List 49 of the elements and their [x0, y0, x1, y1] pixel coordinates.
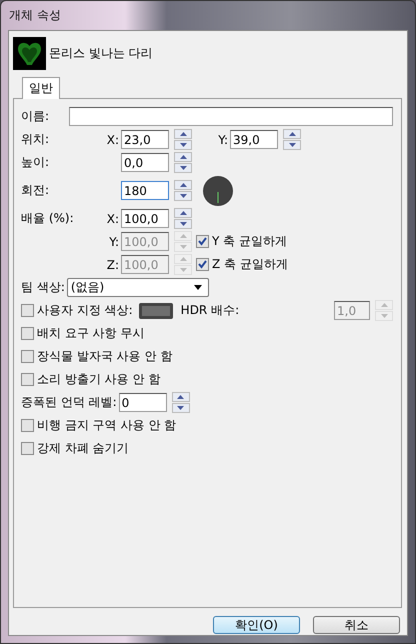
object-name: 몬리스 빛나는 다리	[49, 44, 153, 62]
axis-label: X:	[106, 132, 120, 146]
field-label: 높이:	[21, 154, 50, 171]
checkbox-label: 강제 차폐 숨기기	[37, 440, 129, 457]
field-label: 위치:	[21, 131, 50, 148]
height-field[interactable]: 0,0	[121, 153, 169, 172]
x-field[interactable]: 23,0	[121, 130, 169, 149]
hill-level-field[interactable]: 0	[118, 393, 167, 412]
y-field[interactable]: 39,0	[230, 130, 278, 149]
spin-buttons[interactable]	[174, 129, 192, 150]
checkbox[interactable]	[21, 350, 34, 363]
field-label: HDR 배수:	[180, 302, 240, 319]
checkbox[interactable]	[21, 373, 34, 386]
axis-label: Y:	[217, 132, 229, 146]
checkbox-label: 소리 방출기 사용 안 함	[37, 371, 160, 388]
field-label: 회전:	[21, 182, 50, 199]
checkbox-label: Y 축 균일하게	[212, 233, 287, 250]
axis-label: X:	[106, 212, 120, 226]
checkbox-label: Z 축 균일하게	[212, 256, 288, 273]
scale-field[interactable]: 100,0	[121, 209, 169, 228]
rotation-dial-icon[interactable]	[202, 174, 234, 206]
ok-button[interactable]: 확인(O)	[213, 616, 300, 634]
checkbox-label: 장식물 발자국 사용 안 함	[37, 348, 172, 365]
color-swatch[interactable]	[138, 302, 173, 318]
field-label: 배율 (%):	[21, 210, 75, 227]
field-label: 이름:	[21, 108, 50, 125]
checkbox-label: 사용자 지정 색상:	[37, 302, 133, 319]
cancel-button[interactable]: 취소	[313, 616, 400, 634]
checkbox[interactable]	[21, 442, 34, 455]
checkbox-label: 비행 금지 구역 사용 안 함	[37, 417, 176, 434]
checkbox[interactable]	[21, 419, 34, 432]
spin-buttons[interactable]	[283, 129, 301, 150]
axis-label: Y:	[108, 234, 120, 248]
field-label: 증폭된 언덕 레벨:	[21, 394, 117, 411]
name-field[interactable]	[69, 107, 393, 126]
checkbox-label: 배치 요구 사항 무시	[37, 325, 144, 342]
spin-buttons[interactable]	[174, 208, 192, 229]
rotation-field[interactable]: 180	[121, 181, 169, 200]
spin-buttons[interactable]	[172, 392, 190, 413]
spin-buttons[interactable]	[174, 152, 192, 173]
caret-icon	[194, 285, 202, 290]
team-color-dropdown[interactable]: (없음)	[66, 278, 209, 297]
window-title: 개체 속성	[9, 7, 61, 24]
checkbox[interactable]	[21, 304, 34, 317]
axis-label: Z:	[106, 258, 120, 272]
field-label: 팀 색상:	[21, 279, 65, 296]
checkbox[interactable]	[21, 327, 34, 340]
tab[interactable]: 일반	[22, 77, 60, 99]
spin-buttons[interactable]	[174, 180, 192, 201]
